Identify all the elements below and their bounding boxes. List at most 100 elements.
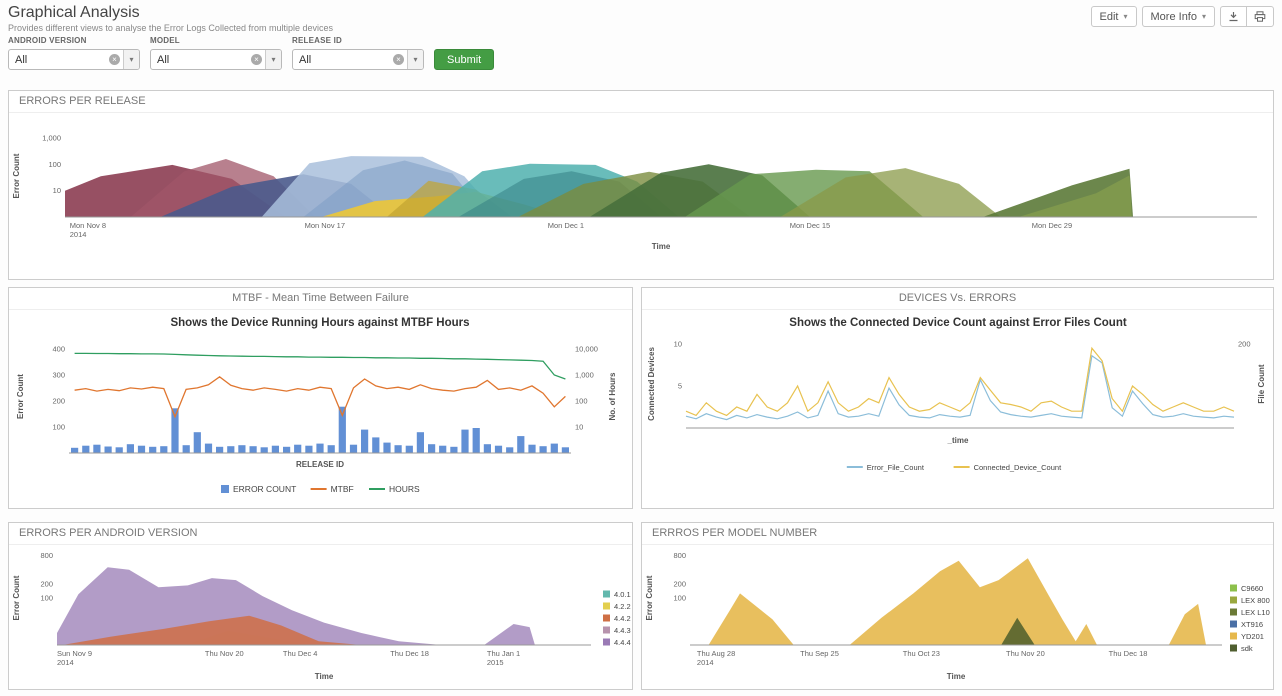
svg-text:Mon Dec 15: Mon Dec 15 [790,221,830,230]
submit-button[interactable]: Submit [434,49,495,70]
android-version-filter: ANDROID VERSION All × ▾ [8,36,140,70]
svg-text:1,000: 1,000 [575,371,594,380]
clear-icon[interactable]: × [251,54,262,65]
svg-text:C9660: C9660 [1241,584,1263,593]
more-info-button-label: More Info [1150,10,1197,23]
panel-devices-vs-errors: DEVICES Vs. ERRORS Shows the Connected D… [641,287,1274,509]
panel-errors-per-release: ERRORS PER RELEASE 1,000 100 10 Mon Nov 8 20… [8,90,1274,280]
svg-text:Error Count: Error Count [12,575,21,620]
caret-down-icon: ▾ [1123,12,1128,21]
svg-text:10,000: 10,000 [575,345,598,354]
svg-text:4.4.4: 4.4.4 [614,638,631,647]
svg-text:Thu Dec 18: Thu Dec 18 [1109,649,1148,658]
svg-text:4.4.3: 4.4.3 [614,626,631,635]
svg-text:MTBF: MTBF [331,484,354,494]
print-icon [1254,11,1266,22]
svg-text:Mon Nov 8: Mon Nov 8 [70,221,106,230]
svg-text:Shows the Device Running Hours: Shows the Device Running Hours against M… [170,317,469,329]
svg-text:2015: 2015 [487,658,504,667]
svg-text:ERROR COUNT: ERROR COUNT [233,484,296,494]
svg-text:Mon Dec 1: Mon Dec 1 [548,221,584,230]
svg-text:200: 200 [673,579,686,588]
svg-text:Error_File_Count: Error_File_Count [867,463,925,472]
android-version-label: ANDROID VERSION [8,36,87,45]
release-id-label: RELEASE ID [292,36,343,45]
model-select[interactable]: All × ▾ [150,49,282,70]
page-title: Graphical Analysis [8,4,140,21]
svg-text:HOURS: HOURS [389,484,420,494]
svg-text:Thu Sep 25: Thu Sep 25 [800,649,839,658]
download-button[interactable] [1220,6,1247,27]
release-id-select[interactable]: All × ▾ [292,49,424,70]
edit-button-label: Edit [1099,10,1119,23]
svg-text:2014: 2014 [70,230,87,239]
svg-text:Time: Time [947,672,966,681]
svg-text:100: 100 [40,594,53,603]
svg-text:200: 200 [52,397,65,406]
svg-text:5: 5 [678,382,682,391]
svg-text:Error Count: Error Count [16,374,25,419]
svg-text:Thu Dec 4: Thu Dec 4 [283,649,318,658]
model-value: All [157,53,170,66]
svg-text:Error Count: Error Count [645,575,654,620]
svg-text:_time: _time [947,436,969,445]
svg-text:Error Count: Error Count [12,153,21,198]
svg-text:YD201: YD201 [1241,632,1264,641]
svg-text:200: 200 [1238,340,1251,349]
android-version-value: All [15,53,28,66]
mtbf-chart: Shows the Device Running Hours against M… [16,317,617,494]
svg-text:100: 100 [48,160,61,169]
svg-text:Connected Devices: Connected Devices [647,347,656,421]
svg-text:Mon Nov 17: Mon Nov 17 [305,221,345,230]
svg-text:200: 200 [40,579,53,588]
panel-title-errors-per-android-version: ERRORS PER ANDROID VERSION [9,523,632,545]
svg-text:Time: Time [652,242,671,251]
svg-text:sdk: sdk [1241,644,1253,653]
clear-icon[interactable]: × [393,54,404,65]
chevron-down-icon[interactable]: ▾ [123,50,139,69]
svg-text:XT916: XT916 [1241,620,1263,629]
filter-bar: ANDROID VERSION All × ▾ MODEL All × ▾ RE… [8,36,495,70]
panel-title-devices-vs-errors: DEVICES Vs. ERRORS [642,288,1273,310]
svg-text:1,000: 1,000 [42,134,61,143]
clear-icon[interactable]: × [109,54,120,65]
svg-text:LEX 800: LEX 800 [1241,596,1270,605]
svg-text:Thu Nov 20: Thu Nov 20 [205,649,244,658]
page-subtitle: Provides different views to analyse the … [8,23,333,33]
svg-text:10: 10 [575,423,583,432]
release-id-filter: RELEASE ID All × ▾ [292,36,424,70]
svg-text:Thu Aug 28: Thu Aug 28 [697,649,735,658]
export-button-group [1220,6,1274,27]
model-filter: MODEL All × ▾ [150,36,282,70]
more-info-button[interactable]: More Info ▾ [1141,6,1215,27]
svg-text:Thu Oct 23: Thu Oct 23 [903,649,940,658]
page-header: Graphical Analysis Provides different vi… [8,4,333,33]
svg-text:Mon Dec 29: Mon Dec 29 [1032,221,1072,230]
download-icon [1229,12,1238,22]
toolbar: Edit ▾ More Info ▾ [1090,6,1274,27]
svg-text:No. of Hours: No. of Hours [608,372,617,421]
chevron-down-icon[interactable]: ▾ [265,50,281,69]
edit-button[interactable]: Edit ▾ [1090,6,1137,27]
svg-text:4.4.2: 4.4.2 [614,614,631,623]
release-id-value: All [299,53,312,66]
svg-text:400: 400 [52,345,65,354]
svg-text:Thu Dec 18: Thu Dec 18 [390,649,429,658]
svg-text:RELEASE ID: RELEASE ID [296,460,344,469]
svg-text:Sun Nov 9: Sun Nov 9 [57,649,92,658]
panel-errors-per-android-version: ERRORS PER ANDROID VERSION 800 200 100 Sun … [8,522,633,690]
svg-text:Shows the Connected Device Cou: Shows the Connected Device Count against… [789,317,1127,329]
svg-text:100: 100 [52,423,65,432]
svg-text:LEX L10: LEX L10 [1241,608,1270,617]
devices-vs-errors-chart: Shows the Connected Device Count against… [647,317,1266,472]
caret-down-icon: ▾ [1201,12,1206,21]
print-button[interactable] [1246,6,1274,27]
svg-text:Thu Nov 20: Thu Nov 20 [1006,649,1045,658]
android-version-select[interactable]: All × ▾ [8,49,140,70]
errors-per-model-number-chart: 800 200 100 Thu Aug 282014 Thu Sep 25 Thu Oct… [645,551,1270,681]
svg-text:100: 100 [673,594,686,603]
chevron-down-icon[interactable]: ▾ [407,50,423,69]
svg-text:4.2.2: 4.2.2 [614,602,631,611]
svg-text:800: 800 [40,551,53,560]
svg-text:4.0.1: 4.0.1 [614,590,631,599]
